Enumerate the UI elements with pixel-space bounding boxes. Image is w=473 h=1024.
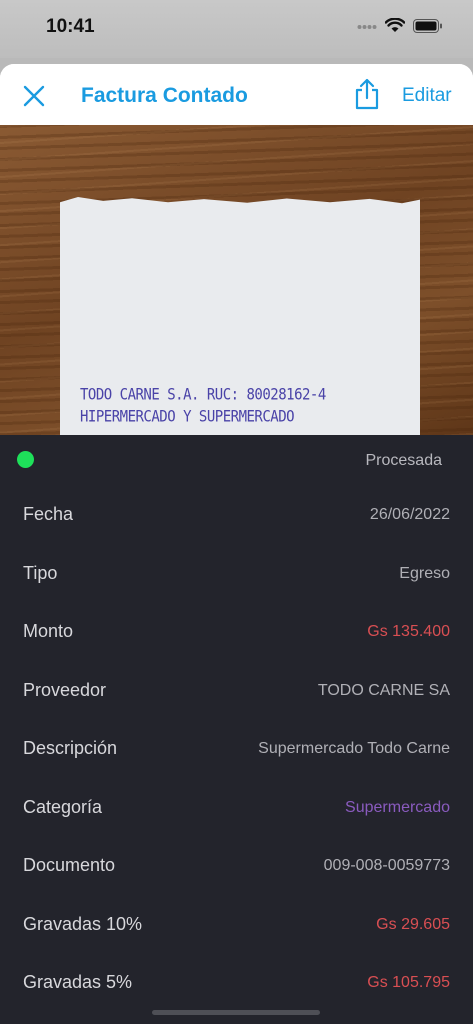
row-label: Descripción xyxy=(23,738,118,758)
row-value: Gs 135.400 xyxy=(367,623,450,640)
navigation-bar: Factura Contado Editar xyxy=(0,64,473,125)
signal-icon xyxy=(357,24,377,29)
close-icon[interactable] xyxy=(18,80,50,112)
edit-button[interactable]: Editar xyxy=(402,85,452,107)
detail-row-documento: Documento 009-008-0059773 xyxy=(0,836,473,895)
detail-row-monto: Monto Gs 135.400 xyxy=(0,602,473,661)
row-value: 009-008-0059773 xyxy=(323,857,450,874)
row-label: Documento xyxy=(23,855,116,875)
row-value: TODO CARNE SA xyxy=(317,681,450,699)
row-value: Gs 29.605 xyxy=(376,915,450,933)
detail-row-categoria: Categoría Supermercado xyxy=(0,778,473,837)
row-value: Supermercado xyxy=(345,798,450,816)
row-value: Gs 105.795 xyxy=(367,974,450,991)
detail-row-descripcion: Descripción Supermercado Todo Carne xyxy=(0,719,473,778)
row-label: Gravadas 5% xyxy=(23,972,133,992)
detail-row-tipo: Tipo Egreso xyxy=(0,544,473,603)
row-label: Tipo xyxy=(23,562,58,583)
status-icons xyxy=(357,18,443,33)
status-bar: 10:41 xyxy=(0,0,473,58)
status-time: 10:41 xyxy=(46,16,95,37)
invoice-details-panel: Procesada Fecha 26/06/2022 Tipo Egreso M… xyxy=(0,435,473,1024)
row-label: Fecha xyxy=(23,504,74,524)
share-icon[interactable] xyxy=(352,78,382,110)
detail-row-gravadas-5: Gravadas 5% Gs 105.795 xyxy=(0,953,473,1012)
receipt-photo[interactable]: TODO CARNE S.A. RUC: 80028162-4 HIPERMER… xyxy=(0,125,473,457)
row-label: Monto xyxy=(23,621,74,641)
row-value: Egreso xyxy=(399,564,450,582)
receipt-paper: TODO CARNE S.A. RUC: 80028162-4 HIPERMER… xyxy=(60,197,420,457)
row-label: Categoría xyxy=(23,796,103,817)
battery-icon xyxy=(413,18,442,33)
detail-row-proveedor: Proveedor TODO CARNE SA xyxy=(0,661,473,720)
page-title: Factura Contado xyxy=(81,84,248,107)
status-label: Procesada xyxy=(365,452,443,469)
row-label: Gravadas 10% xyxy=(23,913,143,934)
receipt-text-line: HIPERMERCADO Y SUPERMERCADO xyxy=(80,407,295,427)
invoice-detail-sheet: Factura Contado Editar TODO CARNE S.A. R… xyxy=(0,64,473,1024)
row-value: 26/06/2022 xyxy=(369,506,450,523)
receipt-text-line: TODO CARNE S.A. RUC: 80028162-4 xyxy=(80,385,326,405)
detail-row-gravadas-10: Gravadas 10% Gs 29.605 xyxy=(0,895,473,954)
row-label: Proveedor xyxy=(23,679,107,700)
status-indicator-dot xyxy=(17,451,34,468)
home-indicator[interactable] xyxy=(152,1010,320,1015)
status-row: Procesada xyxy=(0,435,473,485)
detail-row-fecha: Fecha 26/06/2022 xyxy=(0,485,473,544)
row-value: Supermercado Todo Carne xyxy=(258,740,450,757)
wifi-icon xyxy=(385,18,405,32)
